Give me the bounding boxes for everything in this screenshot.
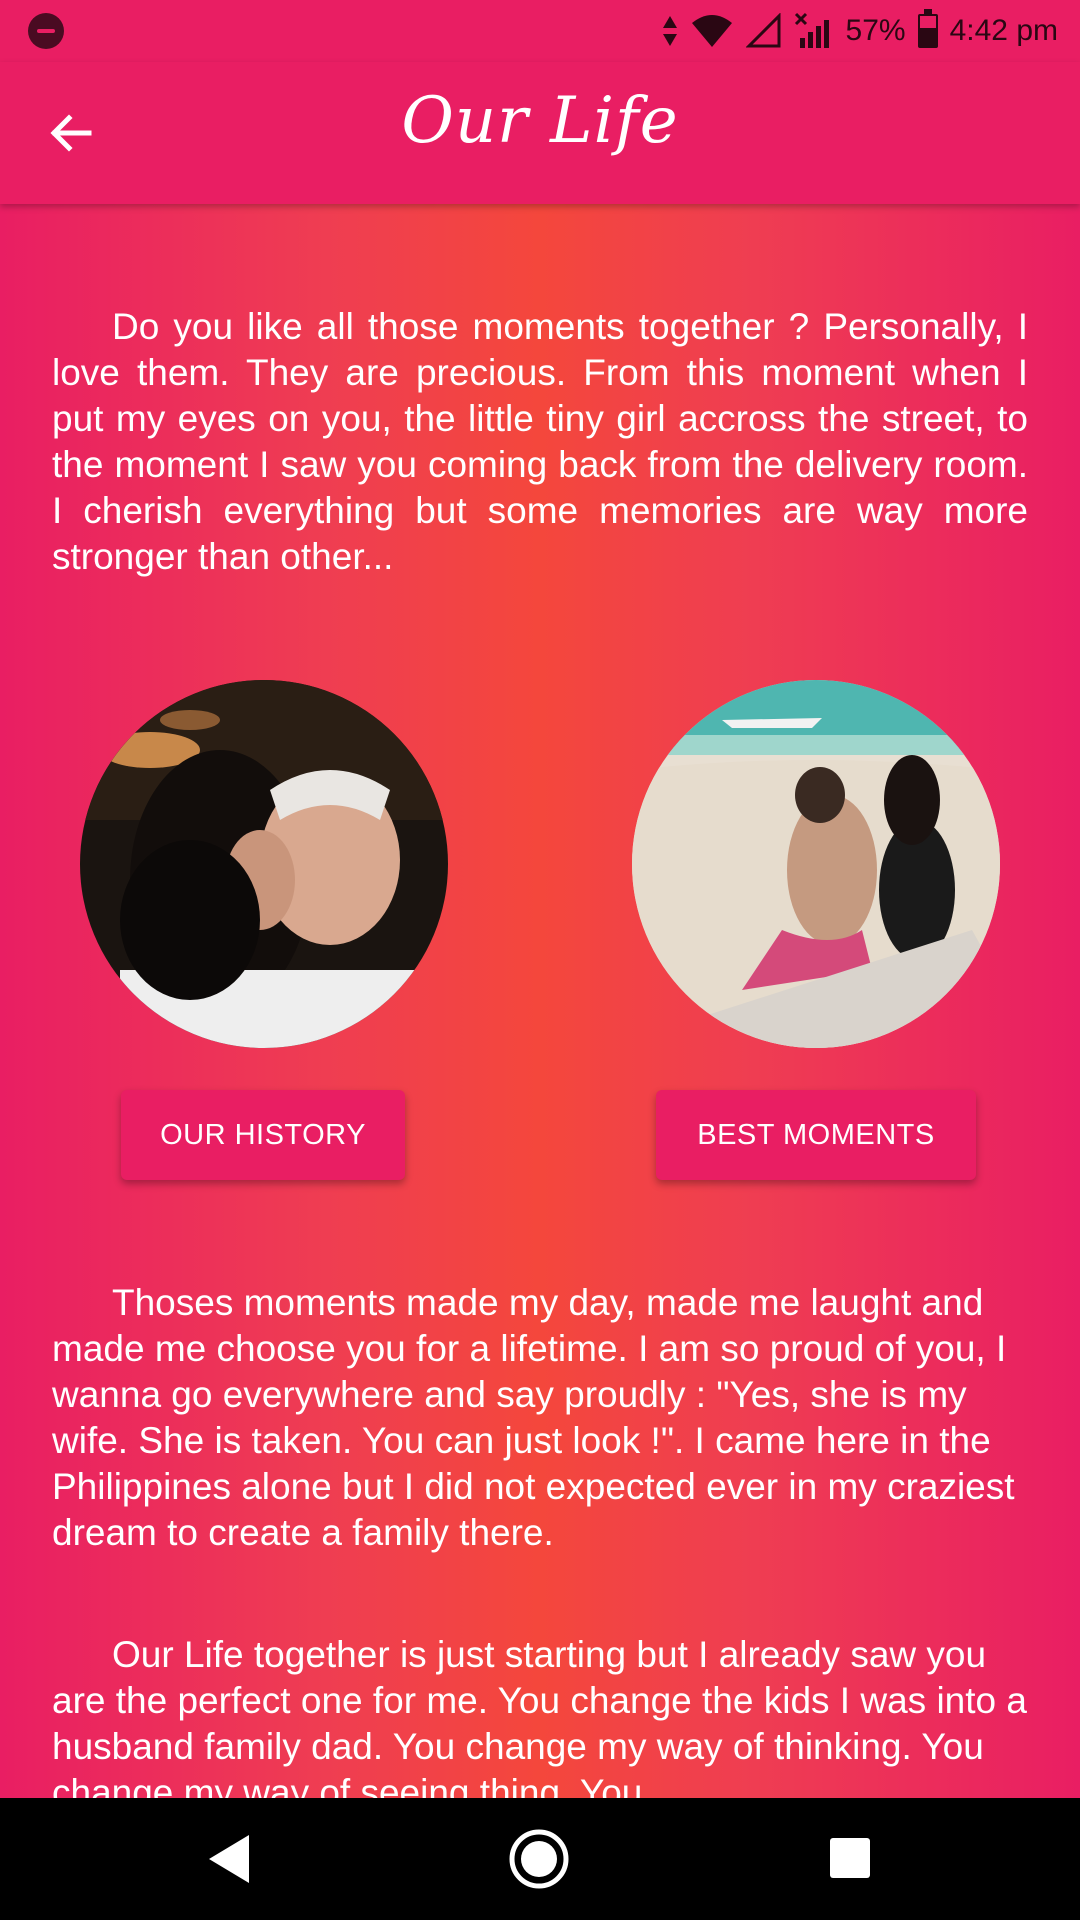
- status-bar: 57% 4:42 pm: [0, 0, 1080, 62]
- battery-percent: 57%: [845, 14, 906, 47]
- clock: 4:42 pm: [949, 14, 1058, 47]
- main-content[interactable]: Do you like all those moments together ?…: [0, 204, 1080, 1798]
- signal-empty-icon: [745, 13, 781, 48]
- history-photo[interactable]: [80, 680, 448, 1048]
- intro-paragraph: Do you like all those moments together ?…: [52, 306, 1028, 577]
- data-arrows-icon: [662, 16, 677, 46]
- app-bar: Our Life: [0, 62, 1080, 204]
- dnd-icon: [28, 13, 64, 49]
- our-history-button[interactable]: OUR HISTORY: [121, 1090, 405, 1180]
- moments-photo[interactable]: [632, 680, 1000, 1048]
- couple-selfie-image: [80, 680, 448, 1048]
- best-moments-button[interactable]: BEST MOMENTS: [656, 1090, 976, 1180]
- system-nav-bar: [0, 1798, 1080, 1920]
- moments-paragraph: Thoses moments made my day, made me laug…: [52, 1282, 1015, 1553]
- nav-home-icon[interactable]: [508, 1828, 570, 1890]
- wifi-icon: [691, 15, 732, 47]
- page-title: Our Life: [401, 84, 679, 158]
- beach-image: [632, 680, 1000, 1048]
- status-icons: 57% 4:42 pm: [662, 0, 1058, 62]
- nav-back-icon[interactable]: [205, 1832, 253, 1886]
- nav-recents-icon[interactable]: [830, 1838, 870, 1878]
- battery-icon: [917, 9, 938, 48]
- signal-no-sim-icon: [794, 12, 829, 48]
- life-paragraph: Our Life together is just starting but I…: [52, 1634, 1027, 1798]
